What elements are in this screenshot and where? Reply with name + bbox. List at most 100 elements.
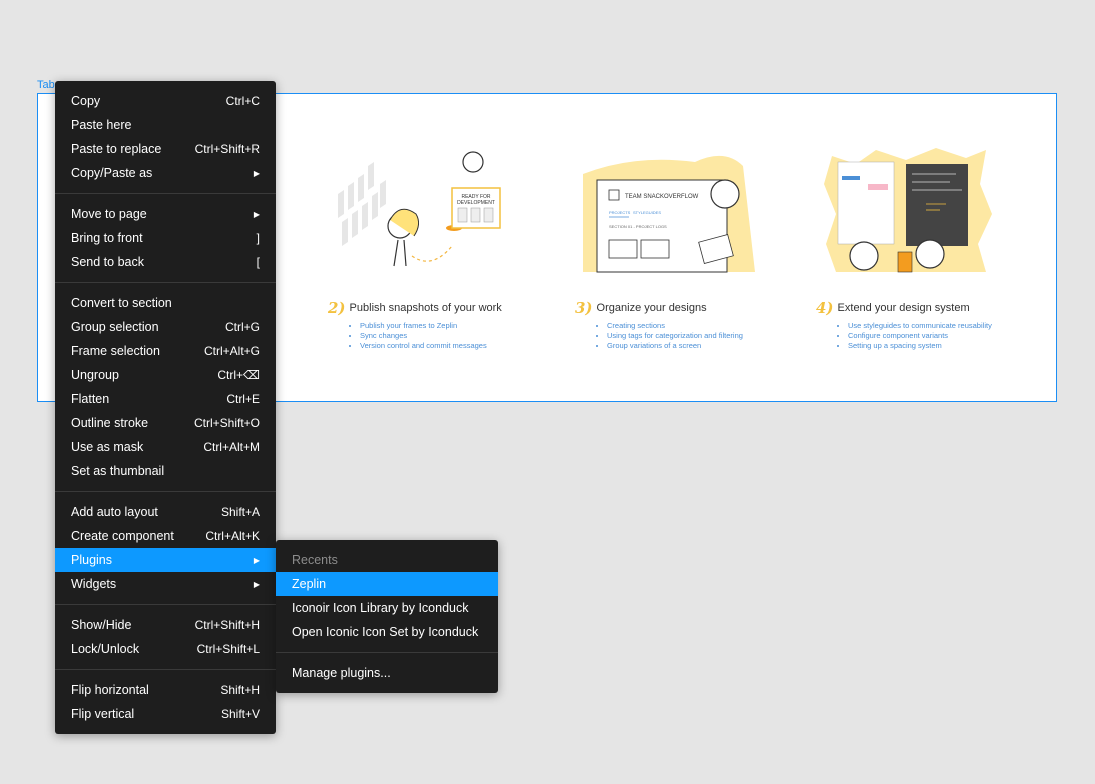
list-item: Setting up a spacing system: [848, 341, 992, 351]
menu-item-shortcut: Ctrl+C: [225, 94, 260, 108]
menu-item-flatten[interactable]: Flatten Ctrl+E: [55, 387, 276, 411]
menu-item-copy-paste-as[interactable]: Copy/Paste as ▶: [55, 161, 276, 185]
extend-illustration: [824, 148, 992, 273]
feature-title: 4) Extend your design system: [816, 299, 970, 317]
menu-item-label: Outline stroke: [71, 416, 149, 430]
menu-item-lock-unlock[interactable]: Lock/Unlock Ctrl+Shift+L: [55, 637, 276, 661]
menu-item-shortcut: Shift+A: [220, 505, 260, 519]
menu-item-paste-here[interactable]: Paste here: [55, 113, 276, 137]
menu-item-label: Show/Hide: [71, 618, 132, 632]
menu-item-add-auto-layout[interactable]: Add auto layout Shift+A: [55, 500, 276, 524]
art-text-team: TEAM SNACKOVERFLOW: [625, 194, 699, 200]
menu-item-shortcut: Ctrl+G: [224, 320, 260, 334]
art-text-styleguides: STYLEGUIDES: [633, 210, 661, 215]
menu-item-shortcut: Ctrl+Shift+H: [194, 618, 260, 632]
menu-item-use-as-mask[interactable]: Use as mask Ctrl+Alt+M: [55, 435, 276, 459]
art-text-development: DEVELOPMENT: [457, 200, 495, 206]
submenu-arrow-icon: ▶: [253, 168, 260, 178]
menu-item-label: Paste here: [71, 118, 132, 132]
menu-item-copy[interactable]: Copy Ctrl+C: [55, 89, 276, 113]
menu-item-label: Move to page: [71, 207, 147, 221]
menu-item-shortcut: Ctrl+Shift+R: [194, 142, 260, 156]
menu-item-bring-to-front[interactable]: Bring to front]: [55, 226, 276, 250]
list-item: Using tags for categorization and filter…: [607, 331, 743, 341]
menu-item-send-to-back[interactable]: Send to back [: [55, 250, 276, 274]
feature-title-text: Publish snapshots of your work: [349, 302, 502, 314]
menu-item-label: Create component: [71, 529, 174, 543]
menu-item-label: Copy: [71, 94, 101, 108]
menu-item-shortcut: Ctrl+Shift+L: [196, 642, 260, 656]
list-item: Creating sections: [607, 321, 743, 331]
context-menu: Copy Ctrl+C Paste here Paste to replace Ctrl…: [55, 81, 276, 734]
submenu-header-recents: Recents: [292, 553, 338, 567]
menu-item-frame-selection[interactable]: Frame selection Ctrl+Alt+G: [55, 339, 276, 363]
list-item: Version control and commit messages: [360, 341, 487, 351]
menu-item-widgets[interactable]: Widgets ▶: [55, 572, 276, 596]
menu-item-label: Flatten: [71, 392, 110, 406]
menu-item-shortcut: ]: [256, 231, 260, 245]
plugin-item-open-iconic[interactable]: Open Iconic Icon Set by Iconduck: [276, 620, 498, 644]
menu-item-group-selection[interactable]: Group selection Ctrl+G: [55, 315, 276, 339]
list-item: Configure component variants: [848, 331, 992, 341]
menu-item-convert-to-section[interactable]: Convert to section: [55, 291, 276, 315]
menu-divider: [55, 491, 276, 492]
menu-item-shortcut: Shift+V: [220, 707, 260, 721]
menu-item-label: Convert to section: [71, 296, 172, 310]
feature-title: 3) Organize your designs: [575, 299, 707, 317]
feature-bullets: Use styleguides to communicate reusabili…: [838, 321, 992, 351]
menu-item-label: Flip vertical: [71, 707, 135, 721]
feature-number: 2): [328, 299, 346, 317]
feature-column-publish: READY FOR DEVELOPMENT 2) Publish snapsho…: [328, 94, 568, 401]
menu-item-label: Copy/Paste as: [71, 166, 153, 180]
menu-item-label: Paste to replace: [71, 142, 162, 156]
menu-item-label: Ungroup: [71, 368, 119, 382]
list-item: Sync changes: [360, 331, 487, 341]
submenu-arrow-icon: ▶: [253, 209, 260, 219]
menu-item-shortcut: Shift+H: [220, 683, 260, 697]
menu-item-set-as-thumbnail[interactable]: Set as thumbnail: [55, 459, 276, 483]
plugin-item-iconoir[interactable]: Iconoir Icon Library by Iconduck: [276, 596, 498, 620]
list-item: Group variations of a screen: [607, 341, 743, 351]
feature-title-text: Extend your design system: [837, 302, 970, 314]
menu-divider: [55, 282, 276, 283]
plugin-item-zeplin[interactable]: Zeplin: [276, 572, 498, 596]
menu-item-label: Use as mask: [71, 440, 144, 454]
submenu-arrow-icon: ▶: [253, 555, 260, 565]
menu-item-label: Bring to front: [71, 231, 143, 245]
menu-item-label: Add auto layout: [71, 505, 158, 519]
menu-item-shortcut: Ctrl+Alt+K: [205, 529, 260, 543]
menu-item-shortcut: [: [256, 255, 260, 269]
menu-divider: [55, 669, 276, 670]
menu-divider: [55, 193, 276, 194]
plugins-submenu: Recents Zeplin Iconoir Icon Library by I…: [276, 540, 498, 693]
menu-item-flip-horizontal[interactable]: Flip horizontal Shift+H: [55, 678, 276, 702]
art-text-section: SECTION 01 - PROJECT LOGS: [609, 224, 667, 229]
menu-divider: [55, 604, 276, 605]
menu-item-flip-vertical[interactable]: Flip vertical Shift+V: [55, 702, 276, 726]
menu-item-create-component[interactable]: Create component Ctrl+Alt+K: [55, 524, 276, 548]
menu-item-paste-to-replace[interactable]: Paste to replace Ctrl+Shift+R: [55, 137, 276, 161]
menu-item-shortcut: Ctrl+Alt+M: [203, 440, 260, 454]
menu-item-label: Widgets: [71, 577, 117, 591]
menu-item-shortcut: Ctrl+Shift+O: [193, 416, 260, 430]
feature-number: 4): [816, 299, 834, 317]
feature-title-text: Organize your designs: [596, 302, 707, 314]
menu-item-shortcut: Ctrl+⌫: [217, 368, 260, 382]
feature-number: 3): [575, 299, 593, 317]
menu-item-label: Group selection: [71, 320, 159, 334]
feature-bullets: Creating sections Using tags for categor…: [597, 321, 743, 351]
menu-item-outline-stroke[interactable]: Outline stroke Ctrl+Shift+O: [55, 411, 276, 435]
manage-plugins-item[interactable]: Manage plugins...: [276, 661, 498, 685]
menu-item-plugins[interactable]: Plugins ▶: [55, 548, 276, 572]
frame-label[interactable]: Tab: [37, 79, 55, 91]
menu-item-ungroup[interactable]: Ungroup Ctrl+⌫: [55, 363, 276, 387]
feature-title: 2) Publish snapshots of your work: [328, 299, 502, 317]
art-text-projects: PROJECTS: [609, 210, 631, 215]
menu-item-label: Flip horizontal: [71, 683, 149, 697]
menu-item-show-hide[interactable]: Show/Hide Ctrl+Shift+H: [55, 613, 276, 637]
feature-column-organize: TEAM SNACKOVERFLOW PROJECTS STYLEGUIDES …: [575, 94, 815, 401]
list-item: Publish your frames to Zeplin: [360, 321, 487, 331]
menu-item-move-to-page[interactable]: Move to page ▶: [55, 202, 276, 226]
feature-column-extend: 4) Extend your design system Use stylegu…: [816, 94, 1056, 401]
submenu-arrow-icon: ▶: [253, 579, 260, 589]
